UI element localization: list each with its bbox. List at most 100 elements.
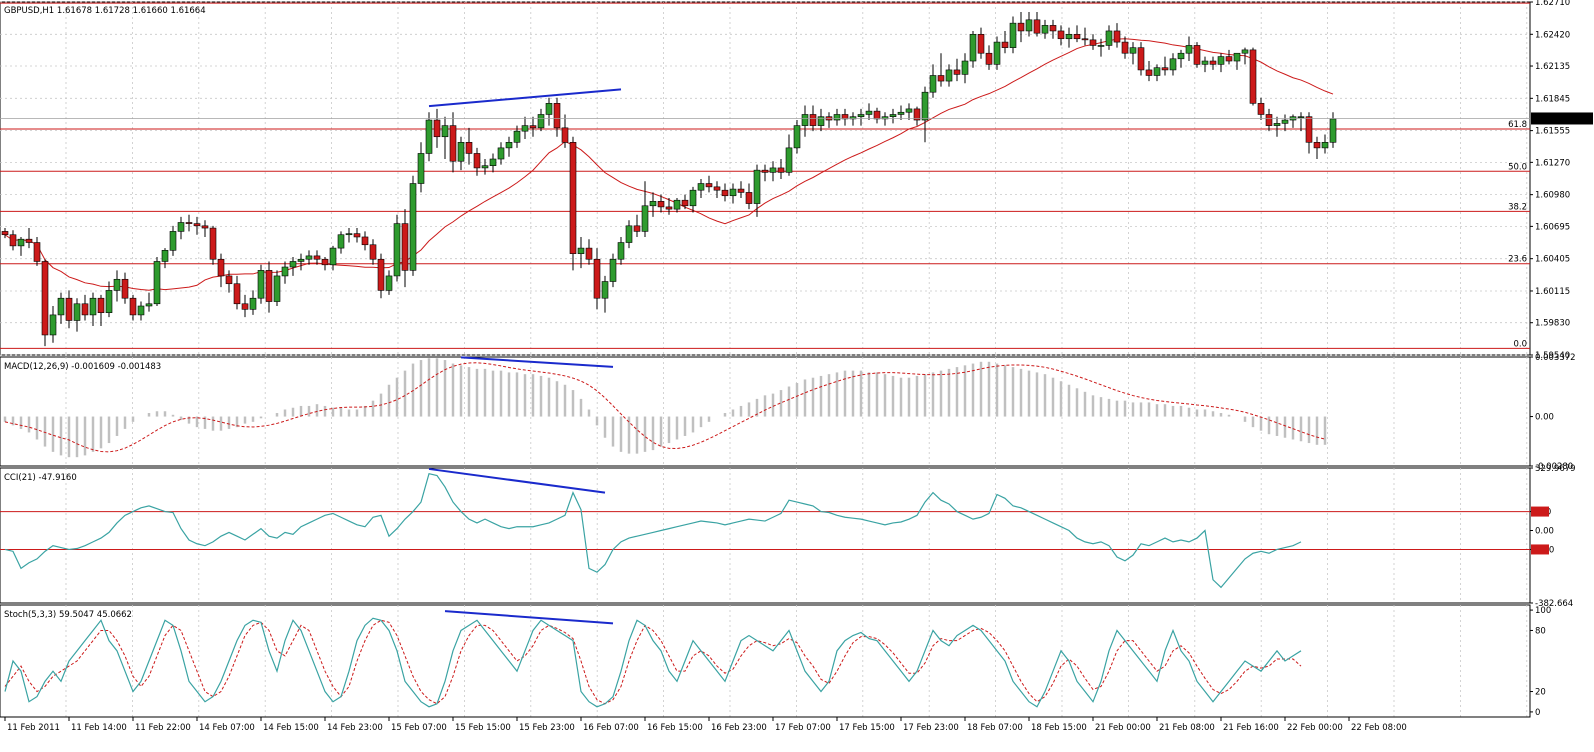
candle-body [625, 225, 633, 243]
y-tick-label: 1.62420 [1535, 30, 1570, 40]
candle-body [561, 127, 569, 143]
candle-body [873, 110, 881, 120]
y-tick-label: 1.59830 [1535, 319, 1570, 329]
candle-body [1329, 118, 1337, 143]
candle-body [129, 297, 137, 316]
chart-window: 1.62710 1.62420 1.62135 1.61845 1.61555 1.612… [0, 0, 1594, 748]
candle-body [345, 233, 353, 236]
candle-body [377, 258, 385, 291]
candle-body [641, 205, 649, 232]
candle-body [1249, 49, 1257, 104]
candle-body [297, 258, 305, 262]
pane-frame-2 [0, 467, 1531, 604]
time-tick-label: 16 Feb 07:00 [583, 723, 639, 733]
candle-body [1025, 19, 1033, 32]
candle-body [489, 158, 497, 166]
y-tick-label: 1.60980 [1535, 191, 1570, 201]
candle-body [985, 52, 993, 65]
candle-body [681, 199, 689, 207]
cci-level-tag [1531, 506, 1549, 517]
candle-body [993, 41, 1001, 65]
candle-body [705, 183, 713, 188]
candle-body [73, 303, 81, 321]
candle-body [457, 142, 465, 162]
candle-body [1201, 60, 1209, 65]
candle-body [1113, 30, 1121, 43]
time-tick-label: 18 Feb 07:00 [967, 723, 1023, 733]
candle-body [785, 147, 793, 173]
candle-body [233, 283, 241, 305]
candle-body [505, 142, 513, 149]
candle-body [953, 69, 961, 75]
candle-body [49, 314, 57, 336]
time-tick-label: 21 Feb 00:00 [1095, 723, 1151, 733]
candle-body [729, 188, 737, 197]
candle-body [1265, 114, 1273, 126]
candle-body [569, 142, 577, 254]
candle-body [777, 167, 785, 173]
candle-body [57, 297, 65, 316]
candle-body [601, 281, 609, 299]
price-tag-label: 1.61664 [1534, 114, 1569, 124]
candle-body [25, 238, 33, 243]
candle-body [193, 223, 201, 227]
candle-body [145, 303, 153, 307]
candle-body [449, 125, 457, 162]
candle-body [769, 167, 777, 173]
y-tick-label: 1.60115 [1535, 287, 1570, 297]
candle-body [41, 261, 49, 336]
candle-body [1185, 45, 1193, 54]
candle-body [553, 103, 561, 129]
candle-body [273, 275, 281, 302]
candle-body [1313, 142, 1321, 149]
candle-body [1321, 142, 1329, 149]
time-tick-label: 18 Feb 15:00 [1031, 723, 1087, 733]
time-tick-label: 14 Feb 07:00 [199, 723, 255, 733]
time-tick-label: 21 Feb 16:00 [1223, 723, 1279, 733]
candle-body [1009, 22, 1017, 48]
candle-body [1121, 41, 1129, 54]
candle-body [1209, 60, 1217, 65]
candle-body [497, 147, 505, 160]
candle-body [385, 275, 393, 291]
candle-body [1017, 22, 1025, 32]
macd-header: MACD(12,26,9) -0.001609 -0.001483 [4, 362, 161, 372]
y-tick-label: 0.003372 [1535, 353, 1576, 363]
candle-body [649, 201, 657, 207]
candle-body [113, 278, 121, 291]
y-tick-label: 329.9679 [1535, 464, 1576, 474]
time-tick-label: 14 Feb 15:00 [263, 723, 319, 733]
fib-level-label: 38.2 [1508, 202, 1527, 212]
candle-body [657, 201, 665, 208]
candle-body [897, 111, 905, 115]
candle-body [97, 297, 105, 313]
candle-body [833, 114, 841, 121]
candle-body [809, 114, 817, 126]
candle-body [1089, 39, 1097, 46]
candle-body [697, 183, 705, 191]
candle-body [353, 233, 361, 238]
candle-body [633, 225, 641, 232]
candle-body [369, 244, 377, 260]
candle-body [585, 247, 593, 260]
candle-body [577, 247, 585, 254]
candle-body [609, 258, 617, 282]
candle-body [969, 33, 977, 62]
time-tick-label: 21 Feb 08:00 [1159, 723, 1215, 733]
candle-body [1097, 45, 1105, 47]
fib-level-label: 23.6 [1508, 255, 1527, 265]
candle-body [761, 169, 769, 173]
y-tick-label: 0.00 [1535, 527, 1554, 537]
chart-symbol-header: GBPUSD,H1 1.61678 1.61728 1.61660 1.6166… [4, 6, 206, 16]
candle-body [361, 236, 369, 246]
candle-body [161, 250, 169, 262]
candle-body [433, 119, 441, 138]
candle-body [1217, 56, 1225, 65]
candle-body [1001, 41, 1009, 48]
y-tick-label: 1.62135 [1535, 62, 1570, 72]
candle-body [593, 258, 601, 299]
candle-body [225, 275, 233, 285]
candle-body [1145, 69, 1153, 76]
candle-body [1041, 25, 1049, 34]
y-tick-label: 1.60405 [1535, 255, 1570, 265]
